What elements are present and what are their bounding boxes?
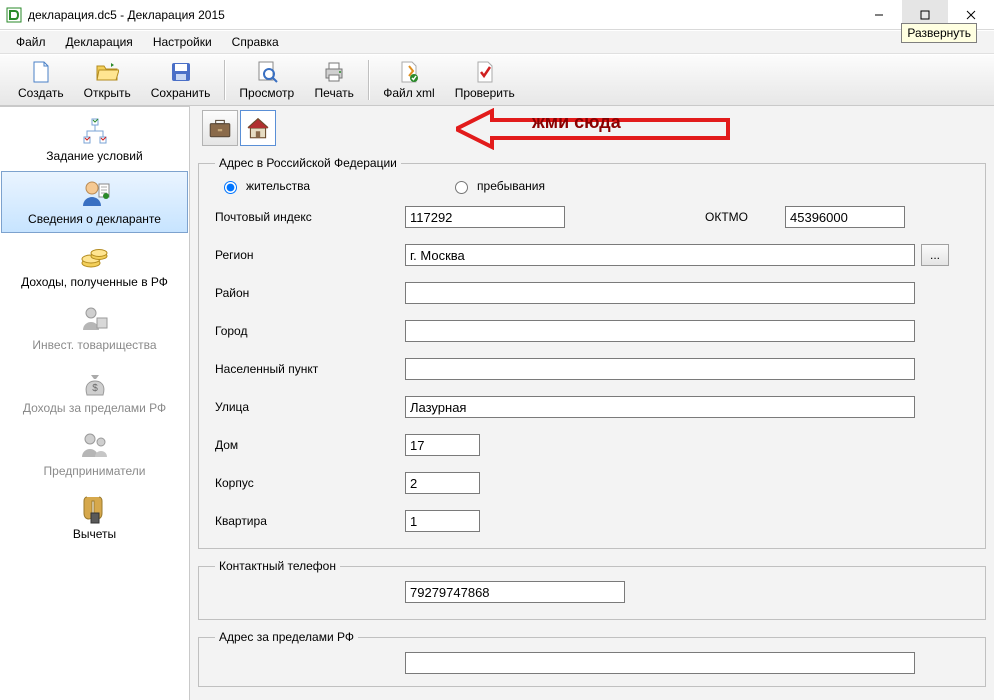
input-phone[interactable] <box>405 581 625 603</box>
group-address-rf-legend: Адрес в Российской Федерации <box>215 156 401 170</box>
main-area: Задание условий Сведения о декларанте До… <box>0 106 994 700</box>
radio-residence[interactable]: жительства <box>219 178 310 194</box>
briefcase-icon <box>207 115 233 141</box>
group-phone: Контактный телефон <box>198 559 986 620</box>
svg-text:$: $ <box>92 383 98 394</box>
annotation-arrow <box>456 108 736 150</box>
coins-icon <box>79 241 111 273</box>
xml-file-icon <box>397 60 421 84</box>
content-pane: жми сюда Адрес в Российской Федерации жи… <box>190 106 994 700</box>
tab-personal[interactable] <box>202 110 238 146</box>
invest-icon <box>79 304 111 336</box>
open-folder-icon <box>95 60 119 84</box>
radio-stay[interactable]: пребывания <box>450 178 545 194</box>
label-postcode: Почтовый индекс <box>215 210 405 224</box>
maximize-tooltip: Развернуть <box>901 23 977 43</box>
check-icon <box>473 60 497 84</box>
tab-address[interactable] <box>240 110 276 146</box>
menu-help[interactable]: Справка <box>224 32 287 52</box>
declarant-icon <box>79 178 111 210</box>
conditions-icon <box>79 115 111 147</box>
toolbar-check[interactable]: Проверить <box>445 58 525 102</box>
toolbar-separator <box>368 60 369 100</box>
label-district: Район <box>215 286 405 300</box>
input-district[interactable] <box>405 282 915 304</box>
nav-entrepreneur[interactable]: Предприниматели <box>1 423 188 485</box>
entrepreneur-icon <box>79 430 111 462</box>
menubar: Файл Декларация Настройки Справка <box>0 30 994 54</box>
input-city[interactable] <box>405 320 915 342</box>
nav-conditions[interactable]: Задание условий <box>1 108 188 170</box>
label-region: Регион <box>215 248 405 262</box>
radio-stay-input[interactable] <box>455 181 468 194</box>
label-oktmo: ОКТМО <box>705 210 785 224</box>
print-icon <box>322 60 346 84</box>
menu-settings[interactable]: Настройки <box>145 32 220 52</box>
titlebar: декларация.dc5 - Декларация 2015 Разверн… <box>0 0 994 30</box>
input-house[interactable] <box>405 434 480 456</box>
label-building: Корпус <box>215 476 405 490</box>
toolbar-preview[interactable]: Просмотр <box>229 58 304 102</box>
left-nav: Задание условий Сведения о декларанте До… <box>0 106 190 700</box>
toolbar-xml[interactable]: Файл xml <box>373 58 445 102</box>
input-street[interactable] <box>405 396 915 418</box>
tabstrip: жми сюда <box>196 106 988 154</box>
menu-file[interactable]: Файл <box>8 32 54 52</box>
toolbar-separator <box>224 60 225 100</box>
deductions-icon <box>79 493 111 525</box>
input-oktmo[interactable] <box>785 206 905 228</box>
toolbar-save[interactable]: Сохранить <box>141 58 221 102</box>
input-building[interactable] <box>405 472 480 494</box>
input-postcode[interactable] <box>405 206 565 228</box>
toolbar-print[interactable]: Печать <box>304 58 364 102</box>
menu-declaration[interactable]: Декларация <box>58 32 141 52</box>
new-file-icon <box>29 60 53 84</box>
nav-declarant[interactable]: Сведения о декларанте <box>1 171 188 233</box>
group-phone-legend: Контактный телефон <box>215 559 340 573</box>
radio-residence-input[interactable] <box>224 181 237 194</box>
house-icon <box>245 115 271 141</box>
nav-invest[interactable]: Инвест. товарищества <box>1 297 188 359</box>
window-title: декларация.dc5 - Декларация 2015 <box>28 8 225 22</box>
toolbar-open[interactable]: Открыть <box>74 58 141 102</box>
input-settlement[interactable] <box>405 358 915 380</box>
region-browse-button[interactable]: ... <box>921 244 949 266</box>
label-settlement: Населенный пункт <box>215 362 405 376</box>
label-flat: Квартира <box>215 514 405 528</box>
group-address-foreign: Адрес за пределами РФ <box>198 630 986 687</box>
annotation-text: жми сюда <box>532 112 621 133</box>
group-address-rf: Адрес в Российской Федерации жительства … <box>198 156 986 549</box>
save-icon <box>169 60 193 84</box>
input-region[interactable] <box>405 244 915 266</box>
label-street: Улица <box>215 400 405 414</box>
label-house: Дом <box>215 438 405 452</box>
app-icon <box>6 7 22 23</box>
money-bag-icon: $ <box>79 367 111 399</box>
minimize-button[interactable] <box>856 0 902 29</box>
toolbar: Создать Открыть Сохранить Просмотр Печат… <box>0 54 994 106</box>
preview-icon <box>255 60 279 84</box>
nav-income-foreign[interactable]: $ Доходы за пределами РФ <box>1 360 188 422</box>
label-city: Город <box>215 324 405 338</box>
group-address-foreign-legend: Адрес за пределами РФ <box>215 630 358 644</box>
input-foreign-address[interactable] <box>405 652 915 674</box>
nav-deductions[interactable]: Вычеты <box>1 486 188 548</box>
toolbar-create[interactable]: Создать <box>8 58 74 102</box>
input-flat[interactable] <box>405 510 480 532</box>
nav-income-rf[interactable]: Доходы, полученные в РФ <box>1 234 188 296</box>
